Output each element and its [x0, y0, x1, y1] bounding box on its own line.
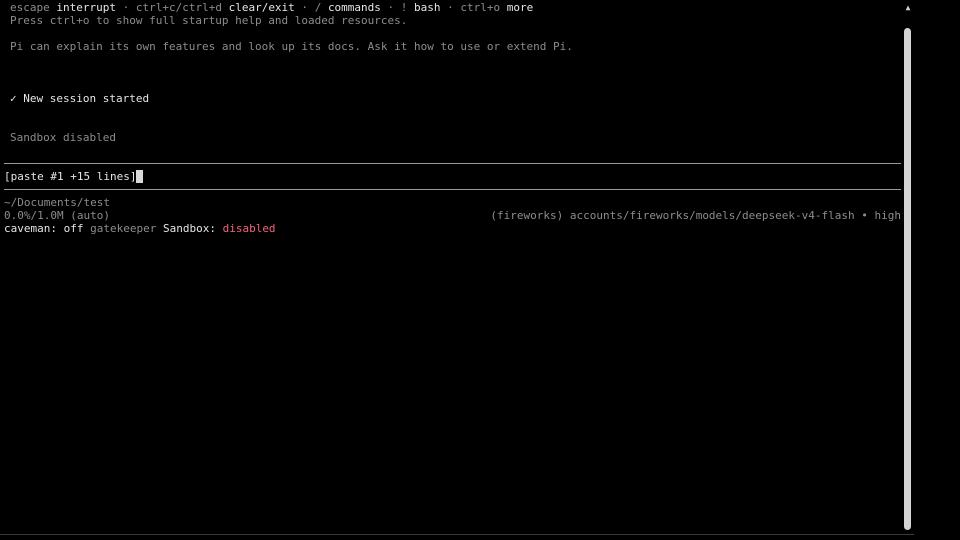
window-margin	[914, 0, 960, 540]
scrollbar-thumb[interactable]	[904, 28, 911, 530]
input-bottom-divider	[4, 189, 901, 190]
sandbox-label: Sandbox:	[162, 222, 216, 235]
action-interrupt: interrupt	[56, 1, 116, 14]
action-clear-exit: clear/exit	[228, 1, 295, 14]
model-info: (fireworks) accounts/fireworks/models/de…	[490, 209, 901, 222]
separator: ·	[440, 1, 461, 14]
action-commands: commands	[327, 1, 381, 14]
key-bash: !	[400, 1, 408, 14]
sandbox-value: disabled	[222, 222, 276, 235]
separator: ·	[115, 1, 136, 14]
text-cursor	[136, 170, 144, 183]
session-started-text: New session started	[23, 92, 150, 105]
status-line: caveman: off gatekeeper Sandbox: disable…	[4, 222, 276, 235]
scroll-up-arrow-icon[interactable]: ▲	[904, 4, 912, 12]
action-bash: bash	[414, 1, 441, 14]
key-clear: ctrl+c/ctrl+d	[135, 1, 222, 14]
input-top-divider	[4, 163, 901, 164]
caveman-label: caveman:	[4, 222, 57, 235]
check-icon: ✓	[10, 92, 17, 105]
gatekeeper-label: gatekeeper	[90, 222, 157, 235]
context-usage: 0.0%/1.0M (auto)	[4, 209, 110, 222]
prompt-input[interactable]: [paste #1 +15 lines]	[4, 170, 144, 183]
keybinding-hints: escape interrupt · ctrl+c/ctrl+d clear/e…	[10, 1, 533, 14]
current-directory: ~/Documents/test	[4, 196, 110, 209]
separator: ·	[294, 1, 315, 14]
key-escape: escape	[10, 1, 50, 14]
prompt-input-value[interactable]: [paste #1 +15 lines]	[4, 170, 136, 183]
terminal-window[interactable]: escape interrupt · ctrl+c/ctrl+d clear/e…	[0, 0, 914, 535]
session-started-message: ✓ New session started	[10, 92, 149, 105]
action-more: more	[506, 1, 534, 14]
key-more: ctrl+o	[460, 1, 501, 14]
startup-hint: Press ctrl+o to show full startup help a…	[10, 14, 408, 27]
pi-intro-message: Pi can explain its own features and look…	[10, 40, 573, 53]
key-commands: /	[314, 1, 322, 14]
separator: ·	[380, 1, 401, 14]
caveman-value: off	[63, 222, 84, 235]
sandbox-status-message: Sandbox disabled	[10, 131, 116, 144]
